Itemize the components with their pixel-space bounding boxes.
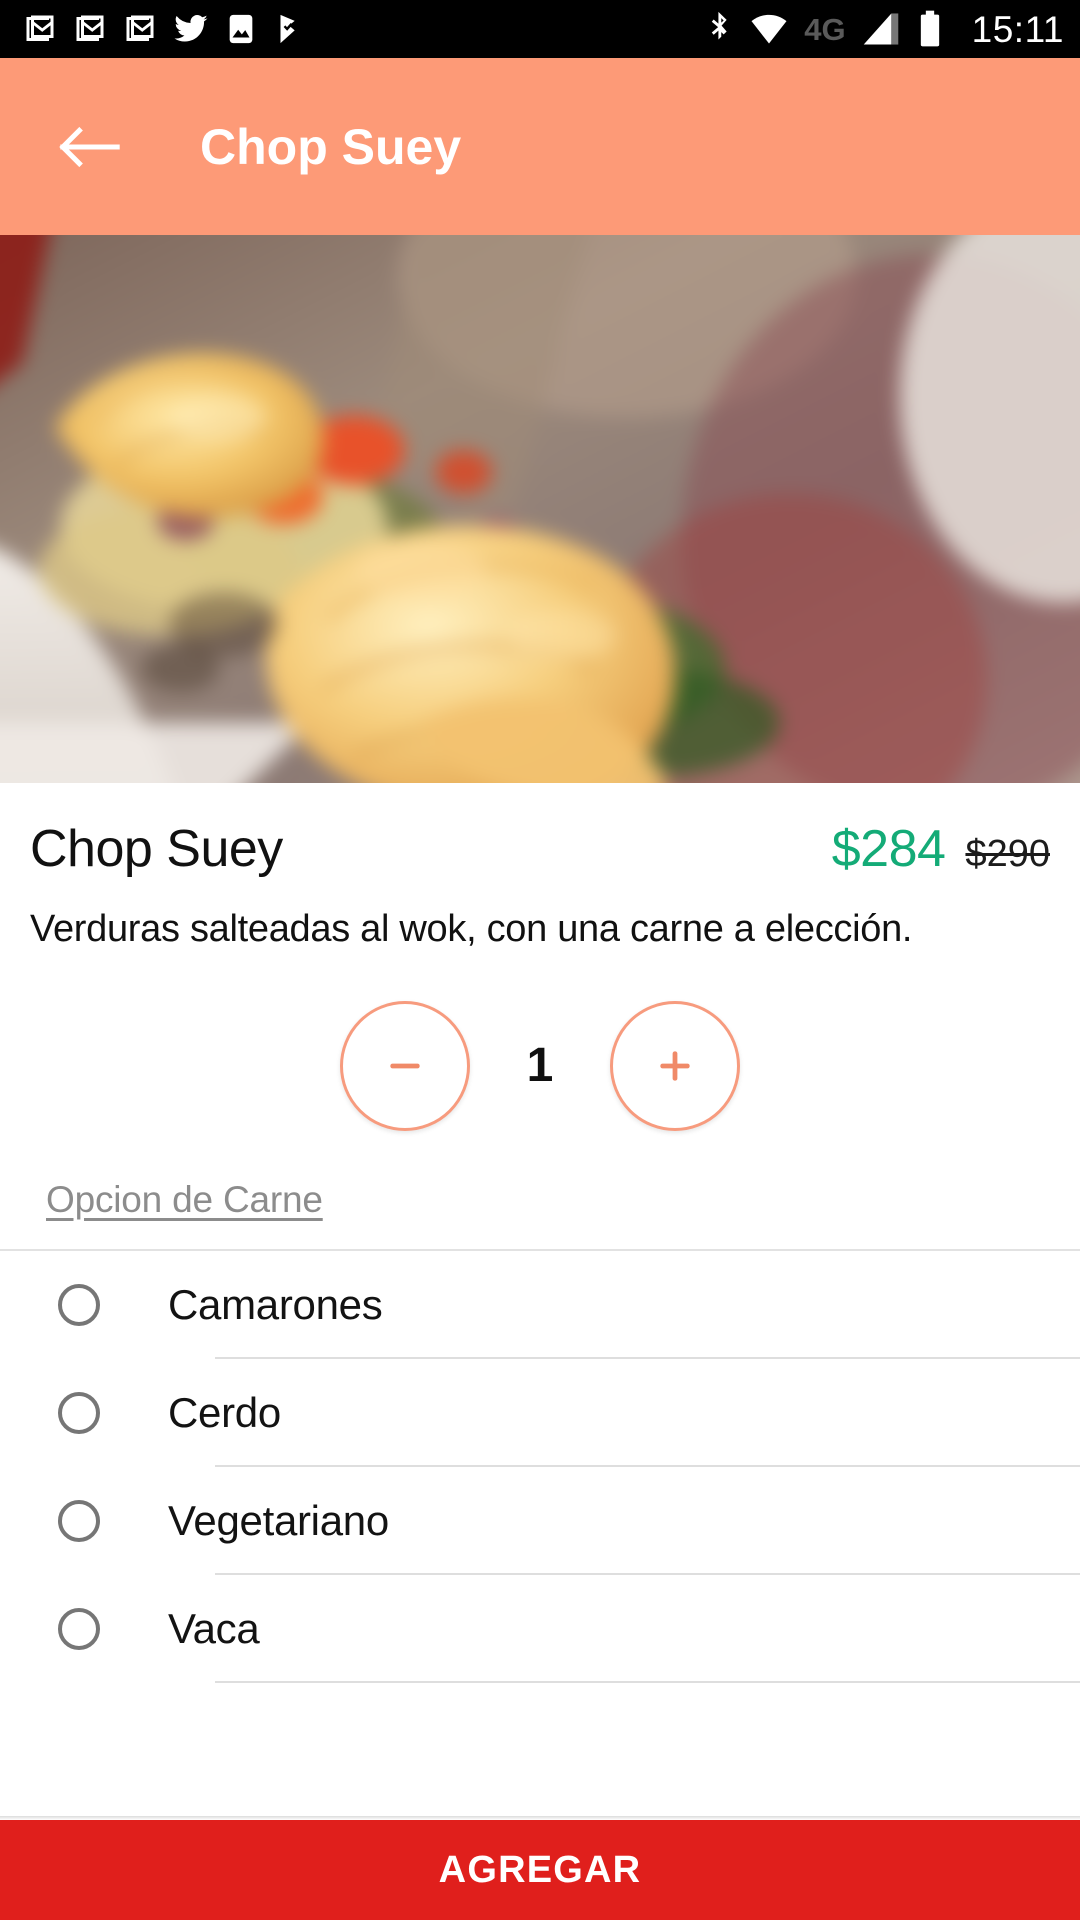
product-image [0, 235, 1080, 783]
status-bar-notification-icons [22, 11, 706, 47]
radio-button-icon[interactable] [58, 1391, 100, 1434]
quantity-value: 1 [526, 1039, 554, 1093]
option-row-camarones[interactable]: Camarones [0, 1250, 1080, 1359]
product-detail: Chop Suey $284 $290 Verduras salteadas a… [0, 783, 1080, 1683]
price-group: $284 $290 [832, 819, 1050, 879]
product-detail-screen: 4G 15:11 Chop Suey Chop Suey $284 $290 V… [0, 0, 1080, 1920]
photo-icon [229, 14, 253, 44]
product-name: Chop Suey [30, 820, 283, 878]
back-button[interactable] [54, 111, 126, 183]
task-check-icon [280, 14, 295, 44]
minus-icon [390, 1063, 420, 1068]
twitter-icon [174, 15, 208, 42]
option-label: Camarones [168, 1280, 383, 1328]
row-divider [215, 1680, 1080, 1683]
gmail-icon [126, 15, 154, 41]
option-label: Vaca [168, 1604, 260, 1652]
add-to-cart-button[interactable]: AGREGAR [0, 1820, 1080, 1920]
option-row-vegetariano[interactable]: Vegetariano [0, 1466, 1080, 1575]
option-row-vaca[interactable]: Vaca [0, 1574, 1080, 1683]
increase-quantity-button[interactable] [610, 1000, 740, 1131]
product-image-graphic [0, 235, 1080, 783]
network-type-label: 4G [804, 11, 846, 47]
status-bar-system-icons: 4G 15:11 [706, 9, 1064, 49]
app-bar: Chop Suey [0, 58, 1080, 235]
option-label: Vegetariano [168, 1496, 389, 1544]
option-group-header: Opcion de Carne [30, 1179, 1050, 1221]
option-list: Camarones Cerdo Vegetariano Vaca [0, 1250, 1080, 1683]
battery-icon [920, 10, 939, 47]
option-label: Cerdo [168, 1388, 281, 1436]
current-price: $284 [831, 820, 946, 878]
decrease-quantity-button[interactable] [340, 1000, 470, 1131]
status-bar: 4G 15:11 [0, 0, 1080, 58]
option-group-title: Opcion de Carne [46, 1178, 323, 1220]
original-price: $290 [965, 833, 1050, 875]
app-bar-title: Chop Suey [200, 118, 462, 175]
wifi-icon [751, 14, 787, 44]
product-title-row: Chop Suey $284 $290 [30, 783, 1050, 879]
bluetooth-icon [712, 11, 727, 40]
radio-button-icon[interactable] [58, 1499, 100, 1542]
gmail-icon [26, 15, 54, 41]
radio-button-icon[interactable] [58, 1607, 100, 1650]
product-description: Verduras salteadas al wok, con una carne… [30, 908, 913, 950]
quantity-stepper: 1 [30, 1000, 1050, 1131]
radio-button-icon[interactable] [58, 1283, 100, 1326]
status-bar-clock: 15:11 [971, 8, 1064, 50]
arrow-left-icon [59, 126, 120, 167]
cell-signal-icon [863, 13, 898, 45]
plus-icon [660, 1050, 690, 1081]
option-row-cerdo[interactable]: Cerdo [0, 1358, 1080, 1467]
gmail-icon [76, 15, 104, 41]
